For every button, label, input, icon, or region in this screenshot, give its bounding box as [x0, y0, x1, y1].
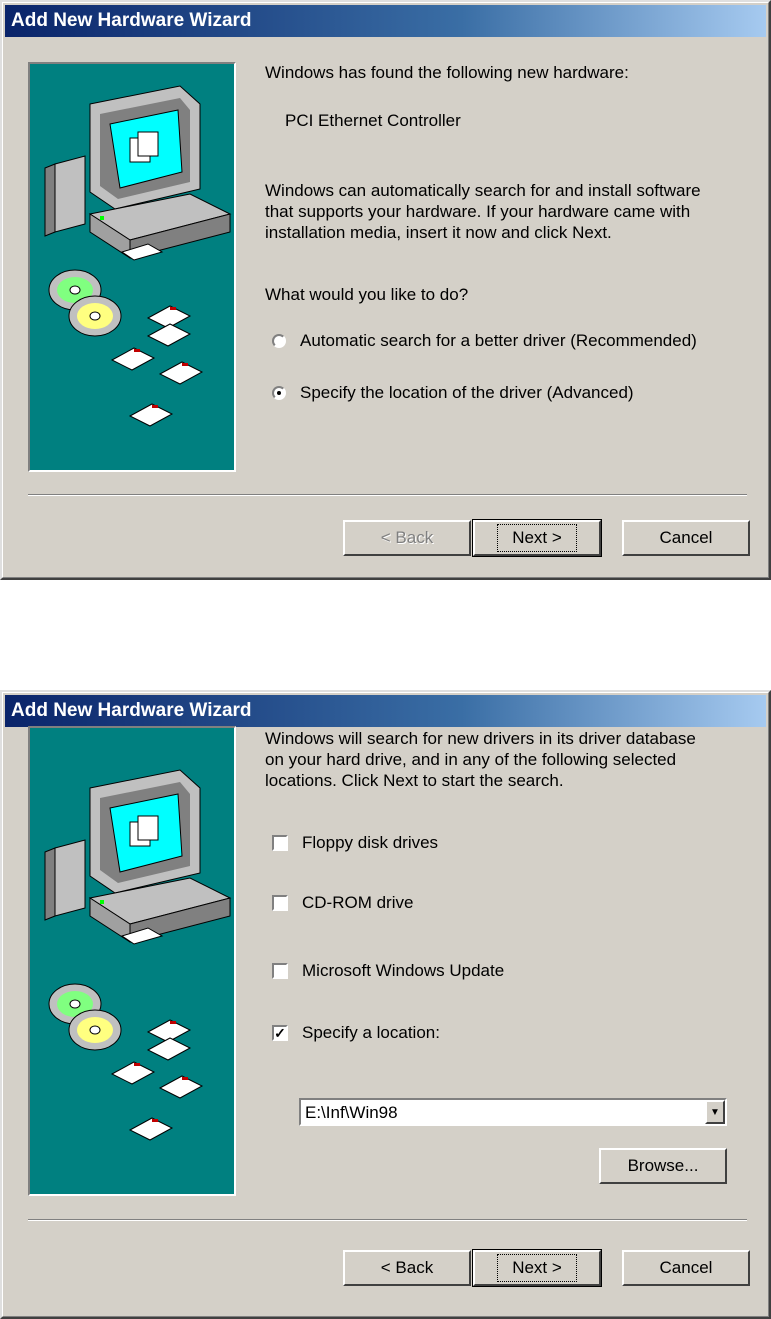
- browse-button[interactable]: Browse...: [599, 1148, 727, 1184]
- location-combobox[interactable]: E:\Inf\Win98 ▼: [299, 1098, 727, 1126]
- cancel-button[interactable]: Cancel: [622, 520, 750, 556]
- wizard-illustration: [28, 62, 236, 472]
- radio-button[interactable]: [272, 334, 286, 348]
- radio-specify-location[interactable]: Specify the location of the driver (Adva…: [272, 382, 634, 404]
- checkbox-checked[interactable]: ✓: [272, 1025, 288, 1041]
- next-button-label: Next >: [497, 524, 577, 552]
- device-name: PCI Ethernet Controller: [285, 111, 461, 130]
- cd-icon: [48, 269, 122, 337]
- checkbox[interactable]: [272, 963, 288, 979]
- checkbox-label: Specify a location:: [302, 1023, 440, 1042]
- radio-label: Specify the location of the driver (Adva…: [300, 383, 634, 402]
- checkbox-windows-update[interactable]: Microsoft Windows Update: [272, 960, 504, 982]
- cd-icon: [48, 983, 122, 1051]
- info-line-2: on your hard drive, and in any of the fo…: [265, 750, 677, 769]
- info-line-3: installation media, insert it now and cl…: [265, 223, 612, 242]
- computer-icon: [44, 769, 232, 1141]
- location-value[interactable]: E:\Inf\Win98: [305, 1103, 398, 1123]
- checkbox-label: CD-ROM drive: [302, 893, 414, 912]
- radio-automatic-search[interactable]: Automatic search for a better driver (Re…: [272, 330, 697, 352]
- checkbox[interactable]: [272, 835, 288, 851]
- wizard-dialog-2: Add New Hardware Wizard Windows will sea…: [0, 690, 771, 1319]
- next-button-label: Next >: [497, 1254, 577, 1282]
- info-line-3: locations. Click Next to start the searc…: [265, 771, 564, 790]
- back-button[interactable]: < Back: [343, 1250, 471, 1286]
- computer-icon: [44, 85, 232, 427]
- radio-label: Automatic search for a better driver (Re…: [300, 331, 697, 350]
- info-line-1: Windows will search for new drivers in i…: [265, 729, 696, 748]
- checkbox-floppy-disk-drives[interactable]: Floppy disk drives: [272, 832, 438, 854]
- checkbox-label: Microsoft Windows Update: [302, 961, 505, 980]
- wizard-dialog-1: Add New Hardware Wizard Windows has foun…: [0, 0, 771, 580]
- checkbox-label: Floppy disk drives: [302, 833, 439, 852]
- chevron-down-icon[interactable]: ▼: [705, 1100, 725, 1124]
- cancel-button[interactable]: Cancel: [622, 1250, 750, 1286]
- next-button[interactable]: Next >: [472, 1249, 602, 1287]
- info-line-1: Windows can automatically search for and…: [265, 181, 701, 200]
- separator: [28, 1219, 747, 1221]
- radio-button-selected[interactable]: [272, 386, 286, 400]
- back-button[interactable]: < Back: [343, 520, 471, 556]
- info-line-2: that supports your hardware. If your har…: [265, 202, 691, 221]
- window-title: Add New Hardware Wizard: [11, 700, 252, 721]
- title-bar[interactable]: Add New Hardware Wizard: [5, 5, 766, 37]
- checkbox[interactable]: [272, 895, 288, 911]
- checkbox-specify-location[interactable]: ✓ Specify a location:: [272, 1022, 440, 1044]
- title-bar[interactable]: Add New Hardware Wizard: [5, 695, 766, 727]
- next-button[interactable]: Next >: [472, 519, 602, 557]
- question-text: What would you like to do?: [265, 285, 469, 304]
- wizard-illustration: [28, 726, 236, 1196]
- checkbox-cd-rom-drive[interactable]: CD-ROM drive: [272, 892, 413, 914]
- window-title: Add New Hardware Wizard: [11, 10, 252, 31]
- found-text: Windows has found the following new hard…: [265, 63, 629, 82]
- separator: [28, 494, 747, 496]
